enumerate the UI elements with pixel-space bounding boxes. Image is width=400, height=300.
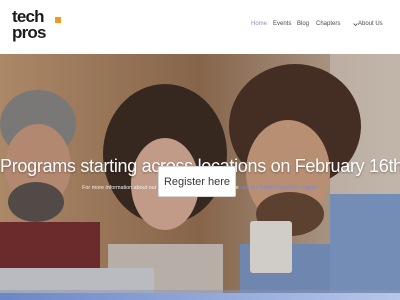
nav-home[interactable]: Home — [251, 20, 267, 28]
site-header: tech pros Home Events Blog Chapters Abou… — [0, 0, 400, 54]
nav-events[interactable]: Events — [273, 20, 291, 28]
nav-chapters[interactable]: Chapters — [316, 20, 362, 28]
main-nav: Home Events Blog Chapters About Us — [0, 20, 400, 32]
chapter-link[interactable]: visit the location-specific chapter — [240, 185, 318, 191]
register-button[interactable]: Register here — [158, 166, 236, 197]
nav-about-us[interactable]: About Us — [358, 20, 383, 28]
nav-chapters-label: Chapters — [316, 21, 341, 27]
nav-blog[interactable]: Blog — [297, 20, 309, 28]
bottom-accent-bar — [0, 293, 400, 300]
